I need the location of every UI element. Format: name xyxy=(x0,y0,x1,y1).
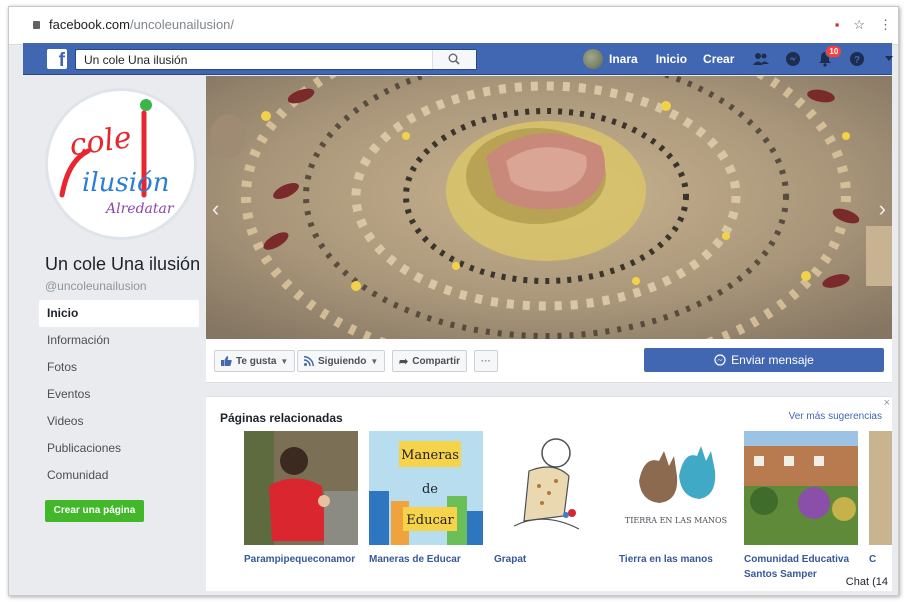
related-page-tile[interactable]: Grapat xyxy=(494,431,608,567)
related-page-name[interactable]: Tierra en las manos xyxy=(619,552,733,567)
user-profile-link[interactable]: Inara xyxy=(583,49,638,69)
page-menu: Inicio Información Fotos Eventos Videos … xyxy=(39,300,199,489)
thumbs-up-icon xyxy=(221,356,232,366)
send-message-button[interactable]: Enviar mensaje xyxy=(644,348,884,372)
related-page-tile[interactable]: C xyxy=(869,431,892,567)
nav-create-link[interactable]: Crear xyxy=(703,52,734,66)
browser-icons: ▪ ☆ ⋮ xyxy=(835,17,892,33)
avatar xyxy=(583,49,603,69)
like-button[interactable]: Te gusta ▼ xyxy=(214,350,296,372)
chevron-left-icon[interactable]: ‹ xyxy=(212,196,219,222)
share-button[interactable]: ➦ Compartir xyxy=(392,350,468,372)
menu-item-inicio[interactable]: Inicio xyxy=(39,300,199,327)
cover-photo[interactable]: ‹ › xyxy=(206,76,892,339)
left-column: cole ilusión Alredatar Un cole Una ilusi… xyxy=(23,76,206,586)
page-handle: @uncoleunailusion xyxy=(45,279,147,293)
search-input[interactable]: Un cole Una ilusión xyxy=(84,53,187,67)
following-button[interactable]: Siguiendo ▼ xyxy=(297,350,386,372)
url-text[interactable]: facebook.com/uncoleunailusion/ xyxy=(49,17,234,32)
svg-text:ilusión: ilusión xyxy=(82,168,169,198)
caret-down-icon: ▼ xyxy=(280,356,289,366)
lock-icon xyxy=(33,21,40,29)
url-host: facebook.com xyxy=(49,17,130,32)
following-label: Siguiendo xyxy=(318,355,367,367)
related-page-tile[interactable]: Comunidad Educativa Santos Samper xyxy=(744,431,858,582)
rss-icon xyxy=(304,356,314,366)
notifications-bell-icon[interactable]: 10 xyxy=(814,45,843,70)
share-label: Compartir xyxy=(412,355,461,367)
menu-item-fotos[interactable]: Fotos xyxy=(39,354,199,381)
user-name: Inara xyxy=(609,52,638,66)
friends-icon[interactable] xyxy=(750,48,772,70)
search-icon xyxy=(448,53,460,65)
share-arrow-icon: ➦ xyxy=(399,355,409,368)
search-button[interactable] xyxy=(432,50,476,69)
see-more-suggestions-link[interactable]: Ver más sugerencias xyxy=(789,411,882,422)
browser-window: facebook.com/uncoleunailusion/ ▪ ☆ ⋮ f U… xyxy=(8,6,899,596)
extension-icon[interactable]: ▪ xyxy=(835,17,840,33)
related-page-name[interactable]: Parampipequeconamor xyxy=(244,552,358,567)
page-profile-picture[interactable]: cole ilusión Alredatar xyxy=(45,88,197,240)
menu-item-comunidad[interactable]: Comunidad xyxy=(39,462,199,489)
menu-item-videos[interactable]: Videos xyxy=(39,408,199,435)
svg-text:Alredatar: Alredatar xyxy=(104,201,175,217)
search-field[interactable]: Un cole Una ilusión xyxy=(75,49,477,70)
related-page-name[interactable]: Maneras de Educar xyxy=(369,552,483,567)
address-bar[interactable]: facebook.com/uncoleunailusion/ ▪ ☆ ⋮ xyxy=(9,7,898,45)
help-icon[interactable]: ? xyxy=(846,48,868,70)
messenger-icon[interactable] xyxy=(782,48,804,70)
page-logo: cole ilusión Alredatar xyxy=(59,99,175,217)
related-page-name[interactable]: C xyxy=(869,552,892,567)
page-name: Un cole Una ilusión xyxy=(45,254,201,274)
like-label: Te gusta xyxy=(236,355,277,367)
menu-item-eventos[interactable]: Eventos xyxy=(39,381,199,408)
related-page-thumbnail[interactable]: TIERRA EN LAS MANOS xyxy=(619,431,733,545)
menu-item-informacion[interactable]: Información xyxy=(39,327,199,354)
top-nav: Inara Inicio Crear 10 ? xyxy=(583,43,898,75)
facebook-logo-icon[interactable]: f xyxy=(47,49,67,69)
related-pages-title: Páginas relacionadas xyxy=(220,411,343,425)
url-path: /uncoleunailusion/ xyxy=(129,17,235,32)
star-icon[interactable]: ☆ xyxy=(853,17,865,33)
notification-badge: 10 xyxy=(825,45,843,58)
related-page-thumbnail[interactable] xyxy=(869,431,892,545)
page-actions: Te gusta ▼ Siguiendo ▼ ➦ Compartir ··· E… xyxy=(206,339,892,383)
svg-text:de: de xyxy=(422,482,438,497)
related-page-thumbnail[interactable]: Maneras de Educar xyxy=(369,431,483,545)
related-page-thumbnail[interactable] xyxy=(744,431,858,545)
facebook-topbar: f Un cole Una ilusión Inara Inicio Crear… xyxy=(23,43,894,75)
cover-image xyxy=(206,76,892,339)
chat-tab[interactable]: Chat (14 xyxy=(841,573,892,591)
caret-down-icon: ▼ xyxy=(370,356,379,366)
create-page-button[interactable]: Crear una página xyxy=(45,500,144,522)
menu-icon[interactable]: ⋮ xyxy=(879,17,892,33)
related-page-name[interactable]: Grapat xyxy=(494,552,608,567)
svg-text:?: ? xyxy=(854,55,860,66)
svg-text:Educar: Educar xyxy=(406,513,454,528)
close-icon[interactable]: × xyxy=(884,397,890,409)
send-message-label: Enviar mensaje xyxy=(731,353,814,367)
nav-home-link[interactable]: Inicio xyxy=(656,52,687,66)
messenger-icon xyxy=(714,354,726,366)
chevron-right-icon[interactable]: › xyxy=(879,196,886,222)
caret-down-icon[interactable] xyxy=(878,48,898,70)
related-page-tile[interactable]: Parampipequeconamor xyxy=(244,431,358,567)
related-pages-panel: × Páginas relacionadas Ver más sugerenci… xyxy=(206,396,892,591)
related-page-thumbnail[interactable] xyxy=(494,431,608,545)
menu-item-publicaciones[interactable]: Publicaciones xyxy=(39,435,199,462)
more-options-button[interactable]: ··· xyxy=(474,350,498,372)
related-page-thumbnail[interactable] xyxy=(244,431,358,545)
svg-text:Maneras: Maneras xyxy=(401,448,459,463)
svg-text:TIERRA EN LAS MANOS: TIERRA EN LAS MANOS xyxy=(625,516,727,525)
related-page-tile[interactable]: Maneras de Educar Maneras de Educar xyxy=(369,431,483,567)
related-page-tile[interactable]: TIERRA EN LAS MANOS Tierra en las manos xyxy=(619,431,733,567)
